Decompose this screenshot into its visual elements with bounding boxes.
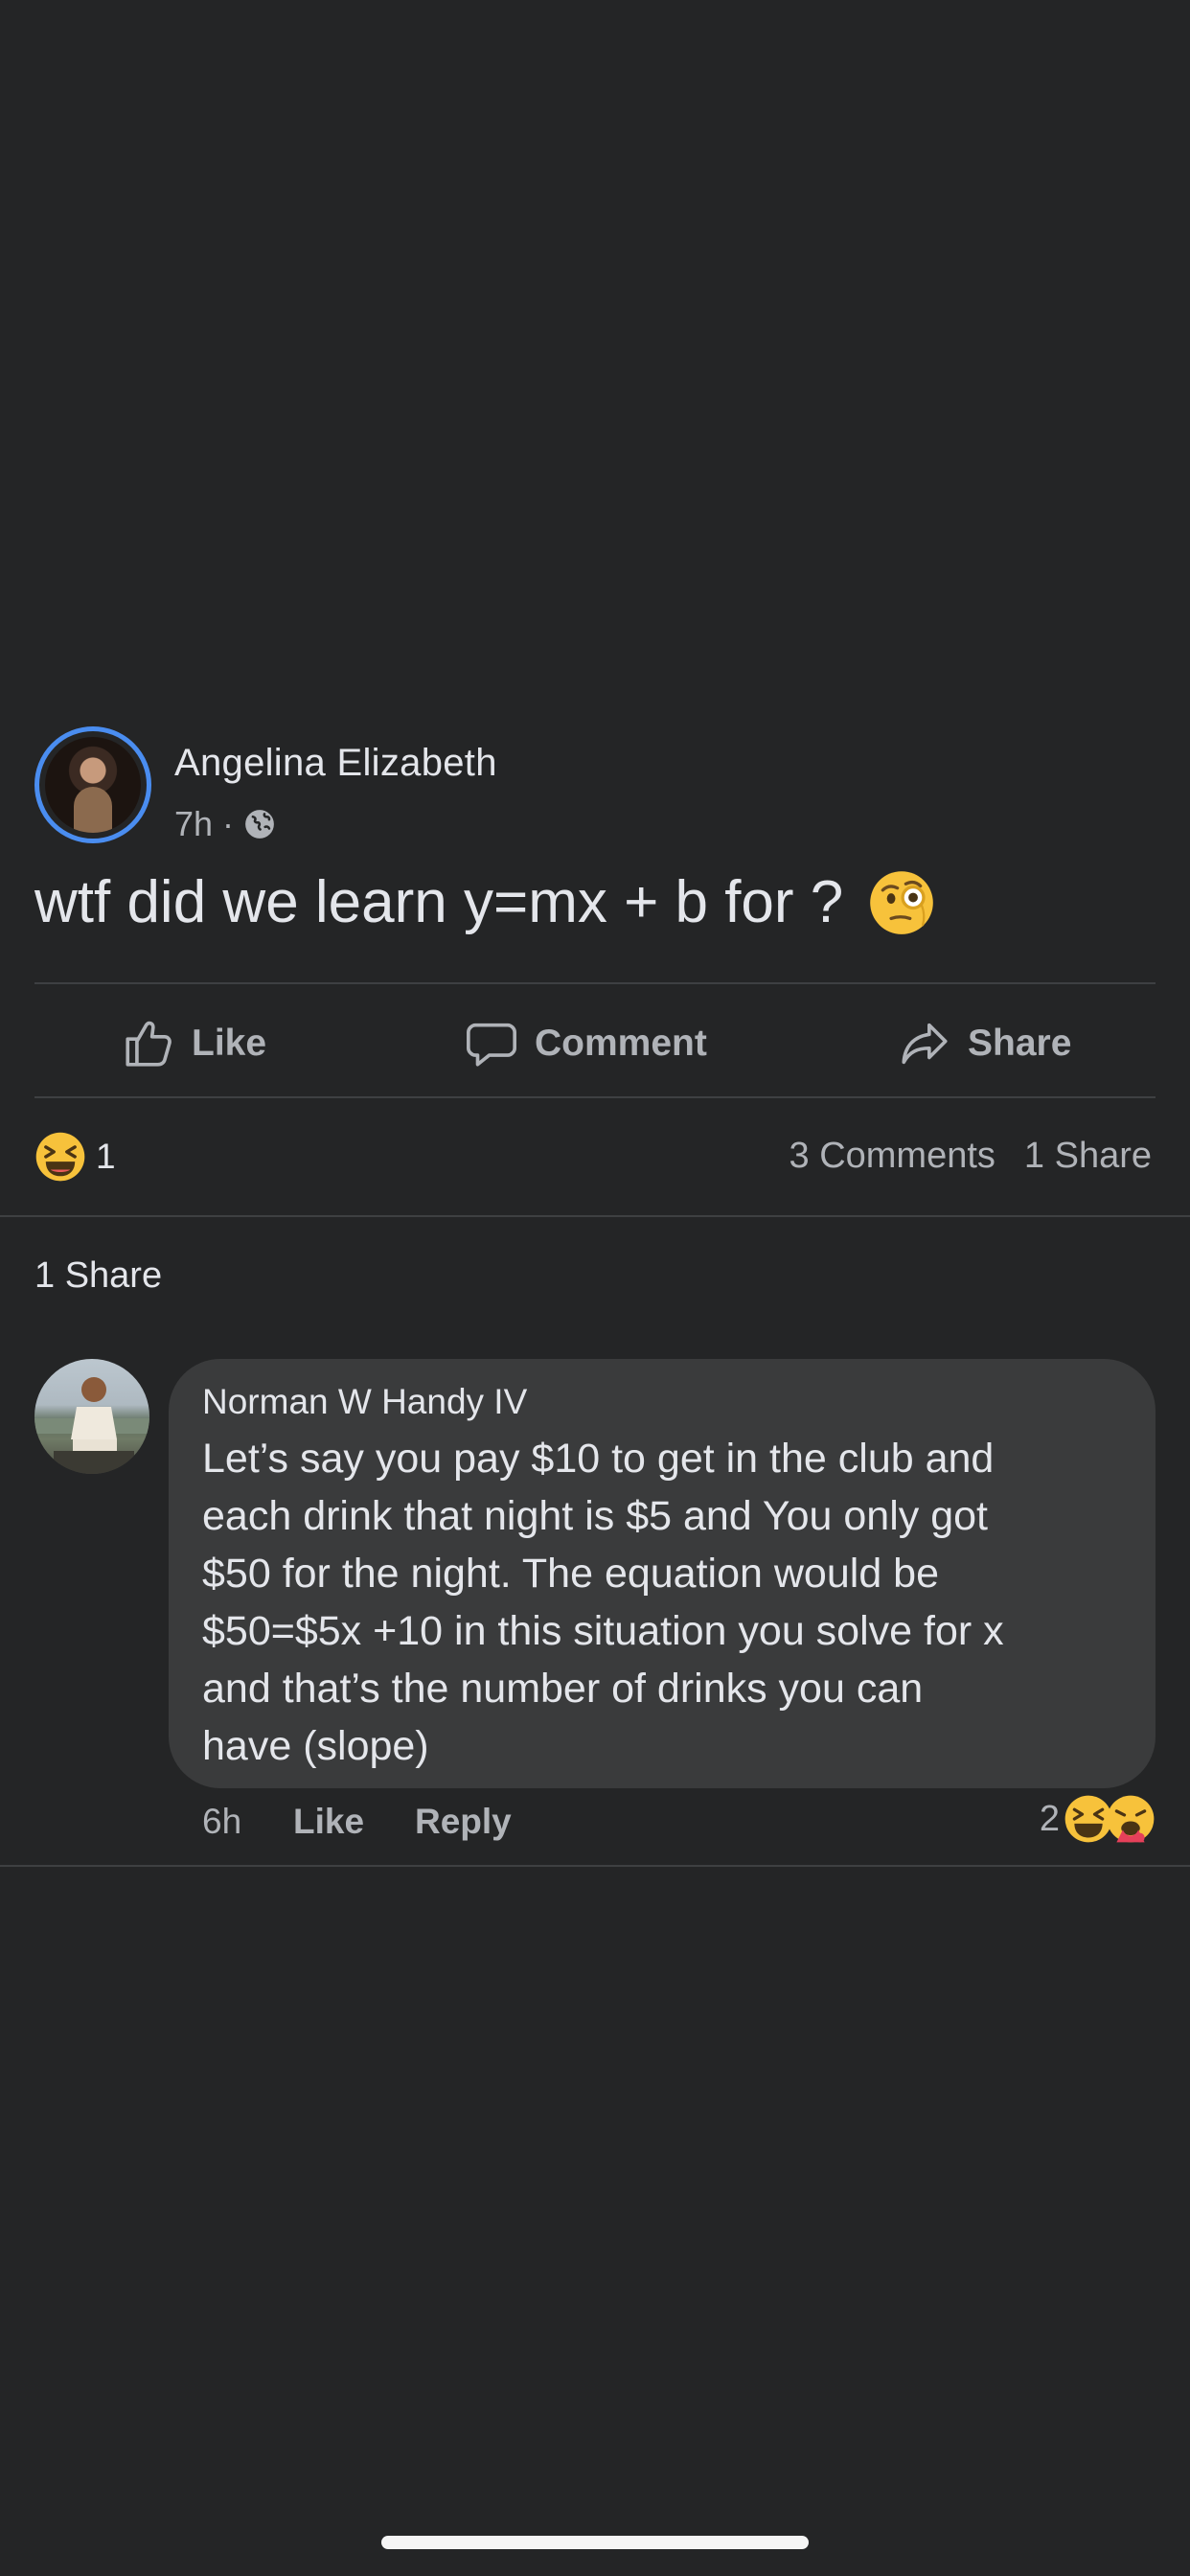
comment-time[interactable]: 6h <box>202 1802 241 1842</box>
divider-bottom <box>0 1865 1190 1867</box>
author-avatar[interactable] <box>34 726 151 843</box>
laughing-emoji <box>35 1132 85 1182</box>
like-label: Like <box>192 1023 267 1064</box>
face-with-monocle-emoji <box>870 870 934 934</box>
engagement-counts: 3 Comments 1 Share <box>790 1136 1153 1177</box>
divider-actions <box>34 1096 1156 1098</box>
commenter-avatar[interactable] <box>34 1359 149 1474</box>
thumbs-up-icon <box>126 1021 172 1067</box>
comment-text: Let’s say you pay $10 to get in the club… <box>202 1436 1004 1769</box>
post-text: wtf did we learn y=mx + b for ? <box>34 868 935 936</box>
share-arrow-icon <box>902 1023 948 1065</box>
comment-reply-button[interactable]: Reply <box>415 1802 512 1842</box>
author-avatar-photo <box>45 737 141 833</box>
comment-like-button[interactable]: Like <box>293 1802 364 1842</box>
face-vomiting-emoji <box>1107 1795 1155 1843</box>
comment-label: Comment <box>535 1023 707 1064</box>
home-indicator[interactable] <box>381 2536 809 2549</box>
post-author-name[interactable]: Angelina Elizabeth <box>174 742 497 785</box>
like-button[interactable]: Like <box>121 1010 266 1077</box>
share-label: Share <box>968 1023 1072 1064</box>
shares-section-label[interactable]: 1 Share <box>34 1255 162 1297</box>
comments-count[interactable]: 3 Comments <box>790 1136 995 1177</box>
comment-reactions[interactable]: 2 <box>1040 1794 1156 1844</box>
post-meta: 7h · <box>174 801 276 847</box>
share-button[interactable]: Share <box>897 1010 1071 1077</box>
divider-section <box>0 1215 1190 1217</box>
post-text-content: wtf did we learn y=mx + b for ? <box>34 869 844 935</box>
comment-author-name[interactable]: Norman W Handy IV <box>202 1382 527 1422</box>
comment-bubble-icon <box>467 1023 516 1067</box>
reaction-count: 1 <box>96 1137 116 1176</box>
divider-top <box>34 982 1156 984</box>
shares-count[interactable]: 1 Share <box>1024 1136 1152 1177</box>
commenter-avatar-photo <box>34 1377 149 1474</box>
post-time[interactable]: 7h <box>174 804 213 844</box>
comment-reaction-count: 2 <box>1039 1798 1060 1839</box>
reaction-summary[interactable]: 1 <box>34 1131 116 1183</box>
globe-icon <box>245 810 274 839</box>
comment-button[interactable]: Comment <box>464 1010 707 1077</box>
meta-separator: · <box>222 804 235 843</box>
